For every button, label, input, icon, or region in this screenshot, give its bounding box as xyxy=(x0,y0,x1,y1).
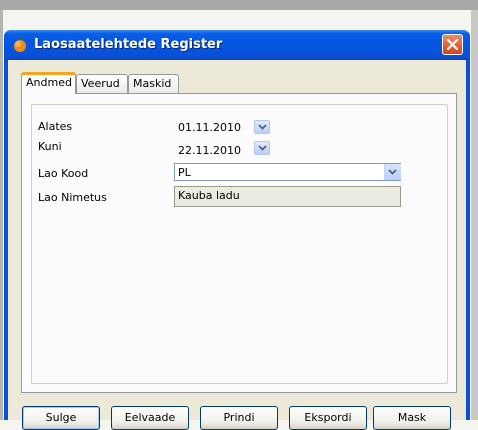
kuni-date-value: 22.11.2010 xyxy=(178,144,241,157)
lao-kood-select[interactable]: PL xyxy=(174,163,401,181)
dialog-client-area: Andmed Veerud Maskid Alates 01.11.2010 K… xyxy=(8,60,466,430)
lao-kood-value: PL xyxy=(178,166,191,179)
chevron-down-icon xyxy=(388,169,397,175)
close-button[interactable] xyxy=(442,34,463,55)
app-icon xyxy=(12,37,28,53)
chevron-down-icon xyxy=(258,145,267,151)
background-edge-left xyxy=(0,10,3,420)
window-title: Laosaatelehtede Register xyxy=(34,37,223,52)
sulge-button[interactable]: Sulge xyxy=(22,406,100,430)
chevron-down-icon xyxy=(258,124,267,130)
alates-label: Alates xyxy=(38,120,73,133)
background-strip xyxy=(0,0,478,10)
tab-maskid[interactable]: Maskid xyxy=(128,74,179,93)
background-edge-right xyxy=(471,10,478,420)
tab-andmed[interactable]: Andmed xyxy=(21,72,76,94)
eelvaade-button[interactable]: Eelvaade xyxy=(111,406,189,430)
prindi-button[interactable]: Prindi xyxy=(200,406,278,430)
alates-dropdown-button[interactable] xyxy=(254,120,270,134)
lao-nimetus-field: Kauba ladu xyxy=(174,186,401,207)
dialog-window: Laosaatelehtede Register Andmed Veerud M… xyxy=(4,30,470,430)
kuni-dropdown-button[interactable] xyxy=(254,141,270,155)
lao-kood-dropdown-button[interactable] xyxy=(384,164,401,180)
lao-nimetus-label: Lao Nimetus xyxy=(38,191,107,204)
close-icon xyxy=(446,38,459,51)
form-group-box: Alates 01.11.2010 Kuni 22.11.2010 Lao Ko… xyxy=(31,104,448,384)
lao-kood-label: Lao Kood xyxy=(38,167,89,180)
title-bar[interactable]: Laosaatelehtede Register xyxy=(4,30,470,60)
alates-date-value: 01.11.2010 xyxy=(178,121,241,134)
tab-panel-andmed: Alates 01.11.2010 Kuni 22.11.2010 Lao Ko… xyxy=(21,93,457,393)
tab-veerud[interactable]: Veerud xyxy=(76,74,128,93)
ekspordi-button[interactable]: Ekspordi xyxy=(289,406,367,430)
lao-nimetus-value: Kauba ladu xyxy=(178,189,240,202)
mask-button[interactable]: Mask xyxy=(373,406,451,430)
kuni-label: Kuni xyxy=(38,140,62,153)
